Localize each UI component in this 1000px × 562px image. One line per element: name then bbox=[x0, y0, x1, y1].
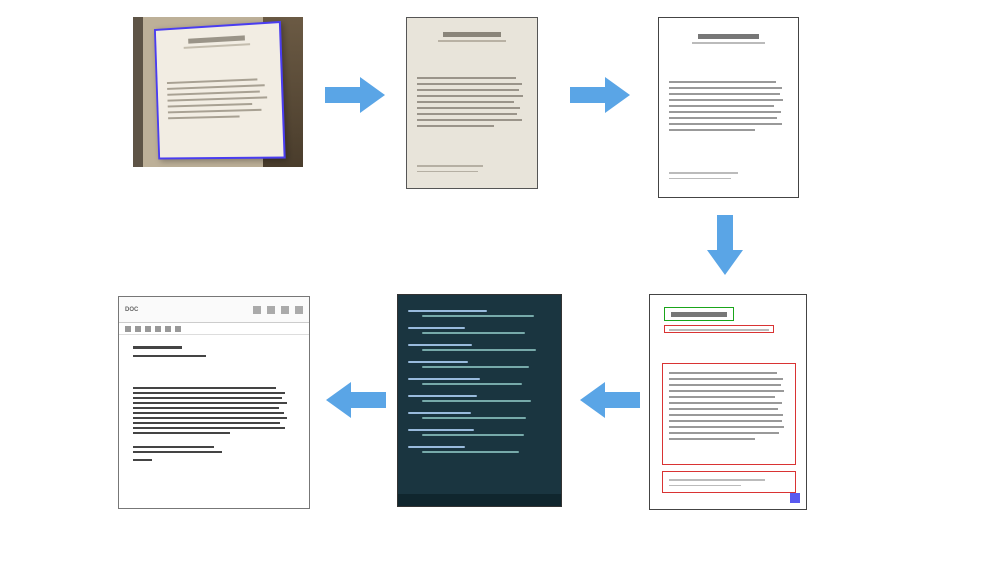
doc-toolbar: DOC bbox=[119, 297, 309, 323]
arrow-right-1 bbox=[325, 75, 385, 115]
book-page-quad bbox=[154, 21, 286, 160]
page-title-line bbox=[698, 34, 759, 39]
arrow-down bbox=[705, 215, 745, 275]
doc-body[interactable] bbox=[119, 335, 309, 472]
page-body-block bbox=[659, 73, 798, 139]
title-region-box bbox=[664, 307, 734, 321]
undo-icon[interactable] bbox=[253, 306, 261, 314]
stage-reconstructed-doc: DOC bbox=[118, 296, 310, 509]
terminal-content bbox=[398, 307, 561, 456]
terminal-statusbar bbox=[398, 494, 561, 506]
page-number-region-box bbox=[790, 493, 800, 503]
footnote-region-box bbox=[662, 471, 796, 493]
page-footnote-block bbox=[659, 164, 798, 187]
page-title-line bbox=[443, 32, 501, 37]
page-footnote-block bbox=[407, 157, 537, 180]
page-subtitle-line bbox=[692, 42, 764, 44]
subtitle-region-box bbox=[664, 325, 774, 333]
strike-icon[interactable] bbox=[155, 326, 161, 332]
page-subtitle-line bbox=[183, 43, 250, 49]
bold-icon[interactable] bbox=[125, 326, 131, 332]
doc-title-line bbox=[133, 346, 182, 349]
stage-scanned-page bbox=[406, 17, 538, 189]
align-icon[interactable] bbox=[175, 326, 181, 332]
stage-original-photo bbox=[133, 17, 303, 167]
redo-icon[interactable] bbox=[267, 306, 275, 314]
page-body-block bbox=[157, 69, 282, 127]
doc-page-number bbox=[133, 459, 152, 461]
more-icon[interactable] bbox=[295, 306, 303, 314]
stage-layout-analysis bbox=[649, 294, 807, 510]
page-title-line bbox=[188, 35, 245, 43]
body-region-box bbox=[662, 363, 796, 465]
doc-filename-label: DOC bbox=[125, 307, 138, 313]
stage-cleaned-page bbox=[658, 17, 799, 198]
underline-icon[interactable] bbox=[145, 326, 151, 332]
left-shadow bbox=[133, 17, 143, 167]
arrow-right-2 bbox=[570, 75, 630, 115]
page-body-block bbox=[407, 69, 537, 135]
page-subtitle-line bbox=[438, 40, 507, 42]
stage-code-output bbox=[397, 294, 562, 507]
doc-format-toolbar bbox=[119, 323, 309, 335]
arrow-left-1 bbox=[580, 380, 640, 420]
search-icon[interactable] bbox=[281, 306, 289, 314]
doc-subtitle-line bbox=[133, 355, 206, 357]
color-icon[interactable] bbox=[165, 326, 171, 332]
arrow-left-2 bbox=[326, 380, 386, 420]
italic-icon[interactable] bbox=[135, 326, 141, 332]
